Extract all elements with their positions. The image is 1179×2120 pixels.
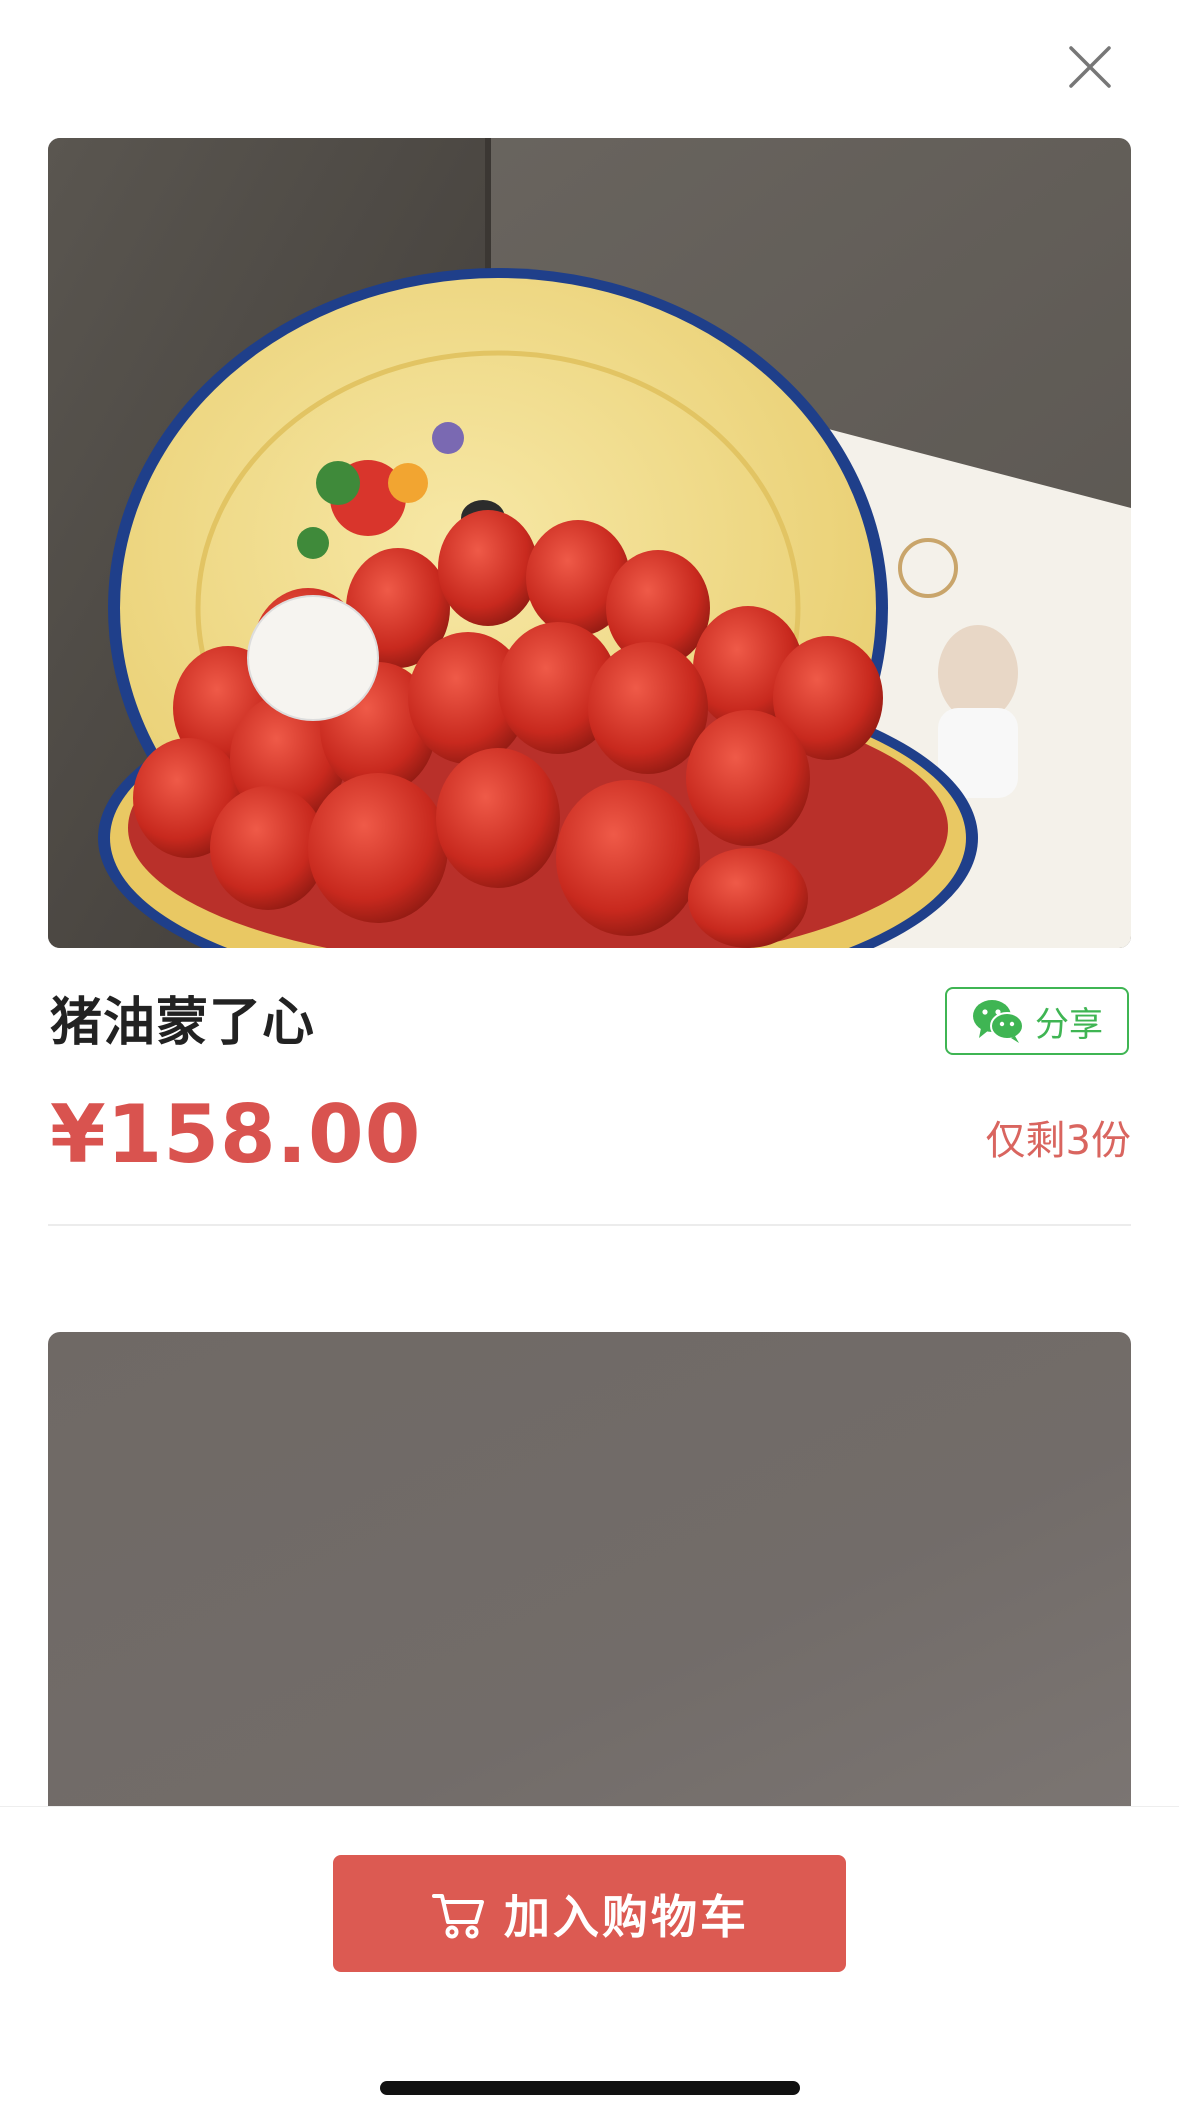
close-button[interactable] <box>1061 38 1119 96</box>
product-title: 猪油蒙了心 <box>50 993 316 1053</box>
product-photo <box>48 138 1131 948</box>
add-to-cart-button[interactable]: 加入购物车 <box>333 1855 846 1972</box>
share-button[interactable]: 分享 <box>945 987 1129 1055</box>
product-image-strawberry-cake[interactable] <box>48 138 1131 948</box>
share-label: 分享 <box>1035 1004 1103 1045</box>
home-indicator <box>380 2081 800 2095</box>
product-image-secondary[interactable] <box>48 1332 1131 1852</box>
product-detail-sheet: 猪油蒙了心 分享 ¥158.00 仅剩3份 加入购物车 <box>0 0 1179 2120</box>
stock-remaining: 仅剩3份 <box>985 1118 1131 1164</box>
wechat-icon <box>971 998 1025 1044</box>
cart-icon <box>430 1888 486 1940</box>
product-price: ¥158.00 <box>50 1088 422 1181</box>
close-icon <box>1069 46 1111 88</box>
product-photo-secondary <box>48 1332 1131 1852</box>
divider <box>48 1224 1131 1226</box>
add-to-cart-label: 加入购物车 <box>504 1889 749 1944</box>
bottom-action-bar: 加入购物车 <box>0 1806 1179 2120</box>
